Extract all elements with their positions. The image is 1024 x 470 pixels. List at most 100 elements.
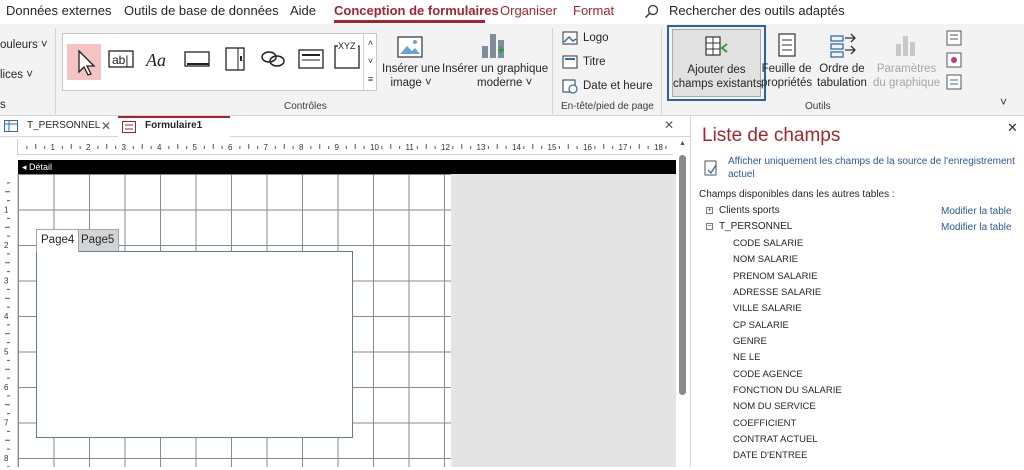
titre-button[interactable]: Titre [583, 55, 606, 69]
hyperlink-control-icon[interactable] [259, 45, 287, 73]
ruler-number: 2 [86, 143, 91, 152]
doc-tab-label: Formulaire1 [145, 120, 203, 131]
field-item[interactable]: CP SALARIE [733, 320, 789, 331]
table-t-personnel[interactable]: T_PERSONNEL [719, 221, 792, 232]
vruler-number: 2 [4, 241, 9, 250]
ribbon-separator [661, 28, 662, 114]
edit-table-link[interactable]: Modifier la table [941, 206, 1012, 217]
date-time-icon[interactable] [562, 78, 578, 94]
detail-section-bar[interactable]: ◂ Détail [18, 160, 676, 174]
vruler-number: 8 [4, 454, 9, 463]
gallery-scroll[interactable]: ˄ ˅ ≡ [363, 34, 377, 90]
table-clients-sports[interactable]: Clients sports [719, 205, 780, 216]
vruler-number: 3 [4, 277, 9, 286]
tab-conception-formulaires[interactable]: Conception de formulaires [334, 3, 499, 18]
field-item[interactable]: COEFFICIENT [733, 418, 796, 429]
insert-image-button[interactable]: Insérer une image ˅ [382, 62, 440, 90]
label-control-icon[interactable]: Aa [145, 45, 173, 73]
tab-donnees-externes[interactable]: Données externes [6, 3, 112, 18]
collapse-ribbon-icon[interactable]: ˅ [1000, 95, 1007, 109]
ruler-number: 18 [654, 143, 663, 152]
search-tools-input[interactable]: Rechercher des outils adaptés [669, 3, 845, 18]
tab-organiser[interactable]: Organiser [500, 3, 557, 18]
edit-table-link[interactable]: Modifier la table [941, 222, 1012, 233]
property-sheet-button[interactable]: Feuille de propriétés [761, 62, 812, 90]
tab-control[interactable] [36, 251, 353, 438]
search-icon[interactable] [644, 4, 659, 19]
page-tab-page5[interactable]: Page5 [76, 229, 120, 252]
show-only-current-source-link[interactable]: Afficher uniquement les champs de la sou… [728, 156, 1015, 167]
group-label-controles: Contrôles [284, 101, 327, 112]
available-fields-label: Champs disponibles dans les autres table… [699, 189, 895, 200]
field-item[interactable]: ADRESSE SALARIE [733, 287, 821, 298]
ruler-number: 13 [477, 143, 486, 152]
vruler-number: 5 [4, 348, 9, 357]
ruler-number: 15 [548, 143, 557, 152]
insert-chart-button[interactable]: Insérer un graphique moderne ˅ [442, 62, 548, 90]
property-sheet-icon[interactable] [776, 32, 798, 58]
field-item[interactable]: CODE AGENCE [733, 369, 803, 380]
ribbon: ouleurs ˅ lices ˅ s ab| Aa XYZ ˄ ˅ ≡ Contr… [0, 24, 1024, 116]
option-group-icon[interactable]: XYZ [333, 38, 361, 69]
polices-button[interactable]: lices ˅ [0, 68, 33, 82]
select-pointer-icon[interactable] [67, 44, 101, 80]
field-item[interactable]: DATE D'ENTREE [733, 450, 807, 461]
subform-icon[interactable] [946, 74, 962, 90]
doc-tab-formulaire1[interactable]: Formulaire1 [118, 116, 230, 137]
close-icon[interactable]: ✕ [1007, 120, 1018, 136]
ruler-number: 7 [264, 143, 269, 152]
field-item[interactable]: GENRE [733, 336, 767, 347]
field-item[interactable]: CONTRAT ACTUEL [733, 434, 818, 445]
vruler-number: 7 [4, 419, 9, 428]
field-item[interactable]: CODE SALARIE [733, 238, 803, 249]
field-item[interactable]: VILLE SALARIE [733, 303, 802, 314]
view-code-icon[interactable] [946, 30, 962, 46]
tab-aide[interactable]: Aide [290, 3, 316, 18]
doc-tab-t-personnel[interactable]: T_PERSONNEL ✕ [0, 116, 118, 137]
ruler-number: 14 [512, 143, 521, 152]
svg-text:ab|: ab| [112, 53, 128, 67]
tab-format[interactable]: Format [573, 3, 614, 18]
button-control-icon[interactable] [183, 45, 211, 73]
image-icon[interactable] [396, 34, 424, 60]
date-heure-button[interactable]: Date et heure [583, 79, 653, 93]
close-icon[interactable]: ✕ [664, 118, 674, 132]
ruler-number: 11 [406, 143, 415, 152]
tab-order-icon[interactable] [829, 30, 859, 58]
add-fields-icon [705, 36, 728, 56]
form-to-vba-icon[interactable] [946, 52, 962, 68]
expand-icon[interactable]: + [706, 207, 713, 214]
group-label-entete: En-tête/pied de page [561, 101, 654, 112]
ribbon-tab-bar: Données externes Outils de base de donné… [0, 0, 1024, 24]
logo-icon[interactable] [562, 30, 578, 46]
ruler-number: 16 [583, 143, 592, 152]
tab-order-button[interactable]: Ordre de tabulation [817, 62, 867, 90]
page-tab-page4[interactable]: Page4 [36, 229, 80, 252]
field-item[interactable]: NE LE [733, 352, 760, 363]
close-icon[interactable]: ✕ [101, 116, 111, 136]
tab-control-icon[interactable] [221, 45, 249, 73]
left-group-label: s [0, 99, 6, 111]
collapse-icon[interactable]: − [706, 223, 713, 230]
ruler-number: 8 [299, 143, 304, 152]
textbox-control-icon[interactable]: ab| [107, 45, 135, 73]
logo-button[interactable]: Logo [583, 31, 609, 45]
ruler-number: 6 [228, 143, 233, 152]
horizontal-ruler: 1 2 3 4 5 6 7 8 9 10 11 12 13 14 15 16 17 18 [18, 139, 673, 155]
navigation-control-icon[interactable] [297, 45, 325, 73]
couleurs-button[interactable]: ouleurs ˅ [0, 38, 48, 52]
ruler-ticks: 1 2 3 4 5 6 7 8 9 10 11 12 13 14 15 16 17 18 [26, 143, 667, 152]
show-only-current-source-link-2[interactable]: actuel [728, 169, 755, 180]
field-item[interactable]: NOM SALARIE [733, 254, 798, 265]
field-item[interactable]: PRENOM SALARIE [733, 271, 817, 282]
add-existing-fields-button[interactable]: Ajouter des champs existants [672, 29, 762, 97]
chart-icon[interactable] [478, 30, 508, 60]
title-icon[interactable] [562, 54, 578, 70]
vruler-ticks: 1 2 3 4 5 6 7 8 [4, 182, 10, 468]
scrollbar-thumb[interactable] [679, 155, 686, 395]
tab-outils-bdd[interactable]: Outils de base de données [124, 3, 279, 18]
field-item[interactable]: NOM DU SERVICE [733, 401, 816, 412]
field-item[interactable]: FONCTION DU SALARIE [733, 385, 842, 396]
scroll-up-icon[interactable]: ▲ [679, 140, 686, 147]
detail-label: Détail [29, 162, 53, 172]
